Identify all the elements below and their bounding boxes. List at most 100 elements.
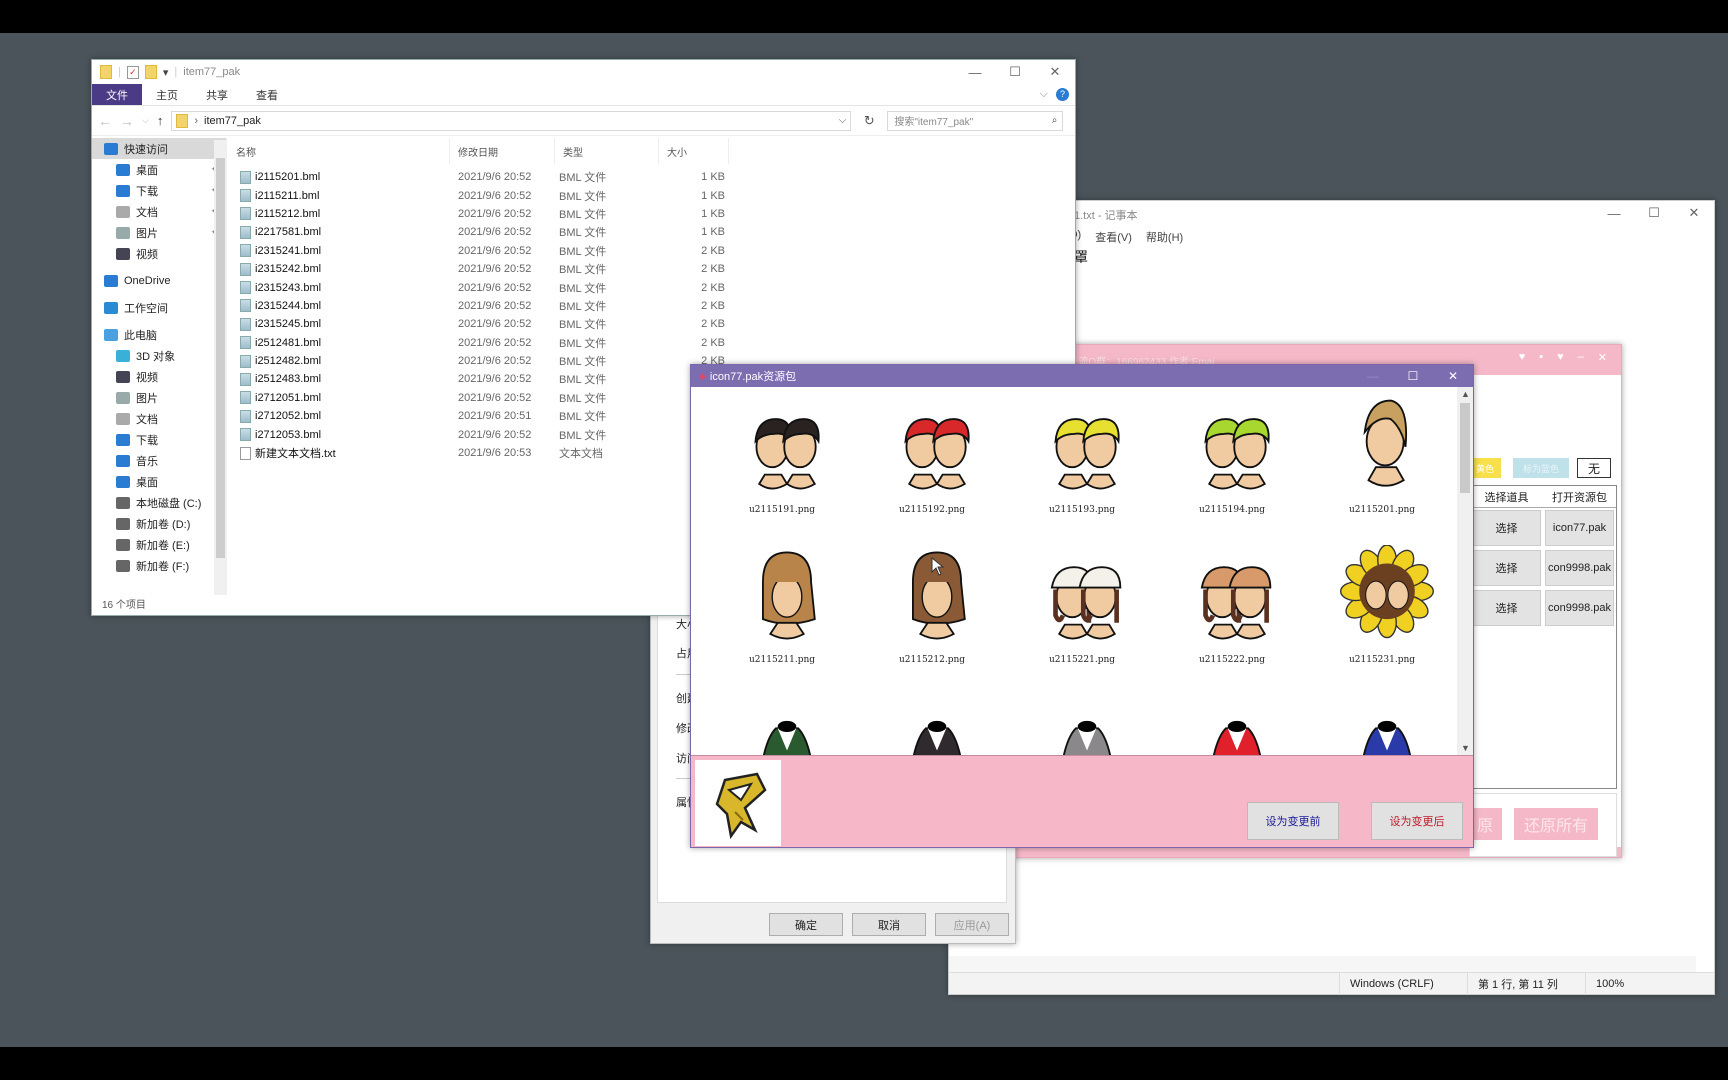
- close-button[interactable]: ✕: [1674, 201, 1714, 225]
- set-before-button[interactable]: 设为变更前: [1247, 802, 1339, 840]
- nav-item[interactable]: 工作空间: [92, 297, 226, 318]
- menu-view[interactable]: 查看(V): [1095, 229, 1132, 245]
- mark-blue-chip[interactable]: 标为蓝色: [1513, 458, 1569, 478]
- nav-item[interactable]: 图片: [92, 387, 226, 408]
- nav-item[interactable]: OneDrive: [92, 270, 226, 291]
- select-button[interactable]: 选择: [1472, 510, 1541, 546]
- quick-access-dropdown-icon[interactable]: ▾: [163, 66, 169, 79]
- up-button[interactable]: ↑: [157, 113, 164, 128]
- maximize-button[interactable]: ☐: [1393, 365, 1433, 387]
- file-row[interactable]: i2315244.bml 2021/9/6 20:52 BML 文件 2 KB: [228, 297, 778, 315]
- nav-item[interactable]: 文档: [92, 408, 226, 429]
- file-row[interactable]: i2315242.bml 2021/9/6 20:52 BML 文件 2 KB: [228, 260, 778, 278]
- nav-item[interactable]: 音乐: [92, 450, 226, 471]
- minimize-button[interactable]: –: [1578, 351, 1584, 364]
- file-row[interactable]: i2217581.bml 2021/9/6 20:52 BML 文件 1 KB: [228, 223, 778, 241]
- pin-icon[interactable]: ♥: [1557, 351, 1564, 364]
- icon-grid-item[interactable]: u2115191.png: [707, 391, 857, 541]
- column-size[interactable]: 大小: [659, 138, 729, 164]
- file-row[interactable]: i2512481.bml 2021/9/6 20:52 BML 文件 2 KB: [228, 334, 778, 352]
- scroll-down-icon[interactable]: ▼: [1461, 743, 1470, 753]
- path-input[interactable]: › item77_pak ⌵: [171, 110, 852, 131]
- nav-item[interactable]: 视频: [92, 366, 226, 387]
- expand-ribbon-icon[interactable]: ⌵: [1040, 88, 1048, 101]
- nav-item[interactable]: 视频: [92, 243, 226, 264]
- nav-item[interactable]: 图片✦: [92, 222, 226, 243]
- minimize-button[interactable]: —: [1353, 365, 1393, 387]
- select-button[interactable]: 选择: [1472, 590, 1541, 626]
- help-icon[interactable]: ?: [1056, 88, 1069, 101]
- tab-file[interactable]: 文件: [92, 84, 142, 105]
- nav-item[interactable]: 文档✦: [92, 201, 226, 222]
- icon-grid-scrollbar[interactable]: ▲ ▼: [1457, 387, 1473, 755]
- nav-item[interactable]: 下载✦: [92, 180, 226, 201]
- icon-pak-window[interactable]: ◆ icon77.pak资源包 — ☐ ✕ u2115191.png u21151…: [690, 364, 1474, 848]
- notepad-text[interactable]: 罩: [1074, 247, 1088, 267]
- close-button[interactable]: ✕: [1433, 365, 1473, 387]
- nav-item[interactable]: 3D 对象: [92, 345, 226, 366]
- tab-view[interactable]: 查看: [242, 84, 292, 105]
- path-segment[interactable]: item77_pak: [204, 115, 261, 127]
- forward-button[interactable]: →: [120, 113, 134, 129]
- message-icon[interactable]: ▪: [1539, 351, 1543, 364]
- open-pak-button[interactable]: icon77.pak: [1545, 510, 1614, 546]
- icon-grid-item[interactable]: [1157, 691, 1307, 755]
- nav-item[interactable]: 新加卷 (F:): [92, 555, 226, 576]
- maximize-button[interactable]: ☐: [1634, 201, 1674, 225]
- nav-item[interactable]: 新加卷 (E:): [92, 534, 226, 555]
- icon-grid-item[interactable]: u2115192.png: [857, 391, 1007, 541]
- icon-grid-item[interactable]: u2115201.png: [1307, 391, 1457, 541]
- nav-scrollbar[interactable]: [214, 140, 227, 595]
- file-row[interactable]: i2115212.bml 2021/9/6 20:52 BML 文件 1 KB: [228, 205, 778, 223]
- scroll-thumb[interactable]: [1460, 403, 1470, 493]
- file-row[interactable]: i2315241.bml 2021/9/6 20:52 BML 文件 2 KB: [228, 242, 778, 260]
- vertical-scrollbar[interactable]: [1696, 245, 1714, 956]
- tab-share[interactable]: 共享: [192, 84, 242, 105]
- refresh-button[interactable]: ↻: [859, 113, 879, 129]
- column-date[interactable]: 修改日期: [450, 138, 555, 164]
- open-pak-button[interactable]: con9998.pak: [1545, 550, 1614, 586]
- properties-icon[interactable]: ✓: [126, 65, 139, 79]
- file-row[interactable]: i2115211.bml 2021/9/6 20:52 BML 文件 1 KB: [228, 186, 778, 204]
- minimize-button[interactable]: —: [1594, 201, 1634, 225]
- none-chip[interactable]: 无: [1577, 458, 1611, 478]
- icon-grid-item[interactable]: [1307, 691, 1457, 755]
- icon-grid-item[interactable]: u2115211.png: [707, 541, 857, 691]
- icon-grid-item[interactable]: u2115193.png: [1007, 391, 1157, 541]
- column-name[interactable]: 名称: [228, 138, 450, 164]
- search-input[interactable]: 搜索"item77_pak" ⌕: [887, 110, 1064, 131]
- restore-all-button[interactable]: 还原所有: [1514, 808, 1598, 840]
- icon-grid-item[interactable]: [1007, 691, 1157, 755]
- select-button[interactable]: 选择: [1472, 550, 1541, 586]
- path-dropdown-icon[interactable]: ⌵: [839, 115, 847, 126]
- open-pak-button[interactable]: con9998.pak: [1545, 590, 1614, 626]
- back-button[interactable]: ←: [98, 113, 112, 129]
- close-button[interactable]: ✕: [1035, 60, 1075, 84]
- nav-item[interactable]: 本地磁盘 (C:): [92, 492, 226, 513]
- skin-icon[interactable]: ♥: [1519, 351, 1526, 364]
- maximize-button[interactable]: ☐: [995, 60, 1035, 84]
- icon-grid-item[interactable]: [857, 691, 1007, 755]
- set-after-button[interactable]: 设为变更后: [1371, 802, 1463, 840]
- icon-grid-item[interactable]: u2115221.png: [1007, 541, 1157, 691]
- file-row[interactable]: i2315243.bml 2021/9/6 20:52 BML 文件 2 KB: [228, 278, 778, 296]
- apply-button[interactable]: 应用(A): [935, 913, 1009, 936]
- icon-grid-item[interactable]: u2115194.png: [1157, 391, 1307, 541]
- new-folder-icon[interactable]: [144, 65, 157, 79]
- nav-item[interactable]: 下载: [92, 429, 226, 450]
- file-row[interactable]: i2115201.bml 2021/9/6 20:52 BML 文件 1 KB: [228, 168, 778, 186]
- menu-help[interactable]: 帮助(H): [1146, 229, 1183, 245]
- icon-grid-item[interactable]: [707, 691, 857, 755]
- icon-grid-item[interactable]: u2115222.png: [1157, 541, 1307, 691]
- nav-item[interactable]: 此电脑: [92, 324, 226, 345]
- minimize-button[interactable]: —: [955, 60, 995, 84]
- horizontal-scrollbar[interactable]: [949, 956, 1696, 972]
- nav-item[interactable]: 桌面✦: [92, 159, 226, 180]
- icon-grid-item[interactable]: u2115231.png: [1307, 541, 1457, 691]
- nav-item[interactable]: 新加卷 (D:): [92, 513, 226, 534]
- file-row[interactable]: i2315245.bml 2021/9/6 20:52 BML 文件 2 KB: [228, 315, 778, 333]
- nav-item[interactable]: 快速访问: [92, 138, 226, 159]
- nav-item[interactable]: 桌面: [92, 471, 226, 492]
- cancel-button[interactable]: 取消: [852, 913, 926, 936]
- column-type[interactable]: 类型: [555, 138, 659, 164]
